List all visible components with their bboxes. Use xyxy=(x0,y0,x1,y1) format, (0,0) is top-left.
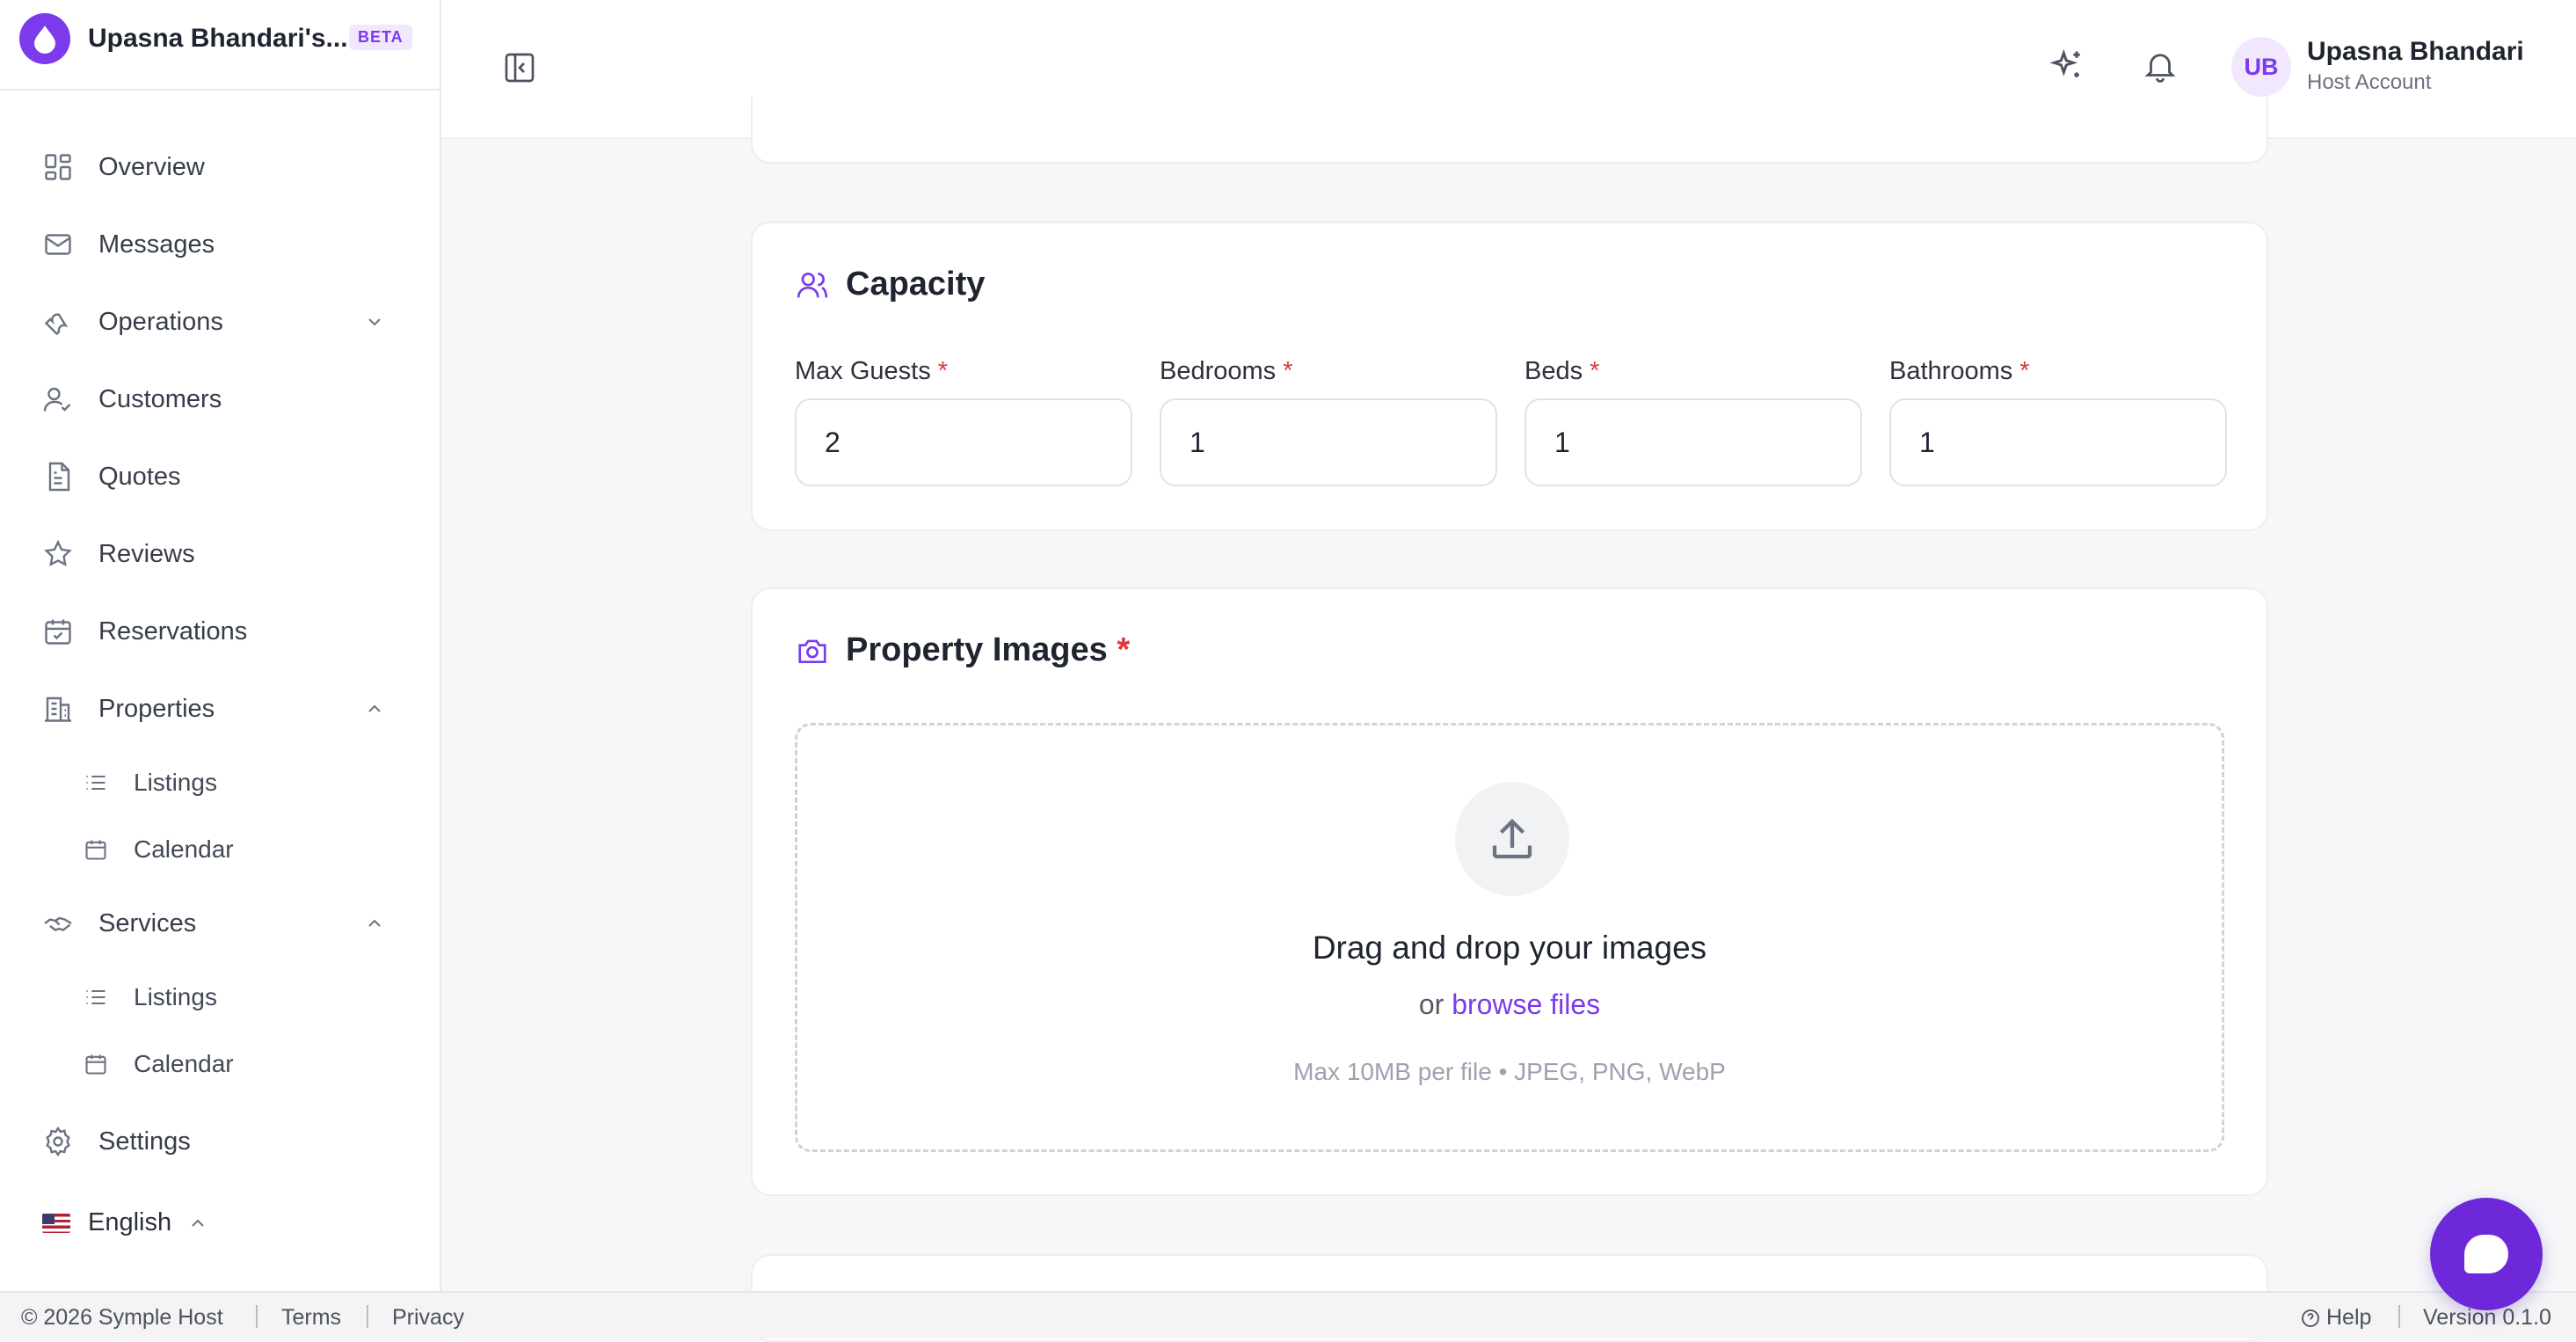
us-flag-icon xyxy=(42,1213,70,1233)
sidebar-item-label: Quotes xyxy=(98,462,181,491)
property-images-card: Property Images * Drag and drop your ima… xyxy=(751,587,2268,1196)
bedrooms-input[interactable] xyxy=(1160,398,1497,486)
bedrooms-label: Bedrooms * xyxy=(1160,357,1293,385)
footer-divider xyxy=(2398,1305,2400,1328)
mail-icon xyxy=(40,227,76,262)
sidebar: Upasna Bhandari's... BETA Overview Messa… xyxy=(0,0,441,1291)
capacity-title: Capacity xyxy=(846,266,986,303)
chat-bubble-icon xyxy=(2464,1235,2508,1273)
sidebar-item-reservations[interactable]: Reservations xyxy=(40,605,401,658)
star-icon xyxy=(40,536,76,572)
brand-header[interactable]: Upasna Bhandari's... BETA xyxy=(0,0,440,91)
dropzone-title: Drag and drop your images xyxy=(1312,930,1707,966)
brand-logo-icon xyxy=(19,13,70,64)
sidebar-subitem-label: Calendar xyxy=(134,1050,234,1077)
previous-section-card xyxy=(751,97,2268,164)
sidebar-item-operations[interactable]: Operations xyxy=(40,295,401,348)
list-icon xyxy=(83,769,109,796)
sidebar-item-label: Overview xyxy=(98,152,205,181)
sidebar-item-overview[interactable]: Overview xyxy=(40,141,401,193)
max-guests-input[interactable] xyxy=(795,398,1132,486)
footer-divider xyxy=(256,1305,258,1328)
building-icon xyxy=(40,691,76,726)
capacity-card: Capacity Max Guests * Bedrooms * Beds * … xyxy=(751,222,2268,531)
brand-name: Upasna Bhandari's... xyxy=(88,24,348,53)
bathrooms-label: Bathrooms * xyxy=(1889,357,2030,385)
chat-support-button[interactable] xyxy=(2430,1198,2543,1310)
wrench-icon xyxy=(40,304,76,339)
image-dropzone[interactable]: Drag and drop your images or browse file… xyxy=(795,723,2224,1152)
sidebar-item-label: Settings xyxy=(98,1127,191,1156)
beds-input[interactable] xyxy=(1524,398,1862,486)
bathrooms-input[interactable] xyxy=(1889,398,2227,486)
sidebar-item-quotes[interactable]: Quotes xyxy=(40,450,401,503)
footer: © 2026 Symple Host Terms Privacy Help Ve… xyxy=(0,1291,2576,1338)
sidebar-item-properties[interactable]: Properties xyxy=(40,682,401,735)
sidebar-subitem-property-listings[interactable]: Listings xyxy=(83,758,399,807)
notifications-button[interactable] xyxy=(2136,42,2184,90)
collapse-sidebar-button[interactable] xyxy=(498,46,542,90)
sidebar-item-label: Messages xyxy=(98,230,215,259)
beta-badge: BETA xyxy=(349,25,412,50)
document-icon xyxy=(40,459,76,494)
language-selector[interactable]: English xyxy=(42,1208,208,1237)
user-role: Host Account xyxy=(2307,70,2432,94)
user-name[interactable]: Upasna Bhandari xyxy=(2307,37,2524,67)
chevron-up-icon xyxy=(192,1219,204,1227)
user-check-icon xyxy=(40,382,76,417)
dropzone-browse-line: or browse files xyxy=(1418,988,1601,1020)
panel-left-icon xyxy=(505,53,535,83)
sidebar-subitem-service-listings[interactable]: Listings xyxy=(83,973,399,1022)
users-icon xyxy=(795,267,830,303)
property-images-heading: Property Images * xyxy=(795,631,1130,669)
browse-files-link[interactable]: browse files xyxy=(1452,988,1600,1020)
privacy-link[interactable]: Privacy xyxy=(392,1305,464,1331)
calendar-icon xyxy=(83,836,109,863)
sidebar-item-services[interactable]: Services xyxy=(40,897,401,950)
chevron-down-icon[interactable] xyxy=(364,311,385,332)
sidebar-item-customers[interactable]: Customers xyxy=(40,373,401,426)
language-label: English xyxy=(88,1208,172,1236)
dropzone-hint: Max 10MB per file • JPEG, PNG, WebP xyxy=(1293,1058,1726,1085)
sidebar-item-label: Reviews xyxy=(98,539,195,568)
calendar-check-icon xyxy=(40,614,76,649)
sparkles-icon xyxy=(2049,48,2080,77)
avatar[interactable]: UB xyxy=(2231,37,2291,97)
sidebar-item-label: Properties xyxy=(98,694,215,723)
sidebar-item-reviews[interactable]: Reviews xyxy=(40,528,401,580)
sidebar-item-settings[interactable]: Settings xyxy=(40,1115,401,1168)
gear-icon xyxy=(40,1124,76,1159)
sidebar-subitem-label: Listings xyxy=(134,769,217,796)
camera-icon xyxy=(795,633,830,668)
help-circle-icon xyxy=(2302,1309,2319,1327)
sidebar-item-messages[interactable]: Messages xyxy=(40,218,401,271)
sidebar-item-label: Operations xyxy=(98,307,223,336)
max-guests-label: Max Guests * xyxy=(795,357,949,385)
terms-link[interactable]: Terms xyxy=(281,1305,341,1331)
sidebar-subitem-property-calendar[interactable]: Calendar xyxy=(83,825,399,874)
sidebar-subitem-service-calendar[interactable]: Calendar xyxy=(83,1039,399,1089)
sidebar-item-label: Reservations xyxy=(98,616,248,645)
help-link[interactable]: Help xyxy=(2300,1305,2371,1331)
upload-icon xyxy=(1455,782,1569,896)
sidebar-item-label: Customers xyxy=(98,384,222,413)
overview-grid-icon xyxy=(40,150,76,185)
sidebar-subitem-label: Calendar xyxy=(134,835,234,863)
chevron-up-icon[interactable] xyxy=(364,698,385,719)
beds-label: Beds * xyxy=(1524,357,1600,385)
sidebar-subitem-label: Listings xyxy=(134,983,217,1010)
calendar-icon xyxy=(83,1051,109,1077)
copyright-text: © 2026 Symple Host xyxy=(21,1305,223,1330)
bell-icon xyxy=(2144,54,2176,83)
sidebar-item-label: Services xyxy=(98,908,197,937)
ai-sparkles-button[interactable] xyxy=(2043,42,2091,90)
property-images-title: Property Images * xyxy=(846,631,1131,668)
list-icon xyxy=(83,984,109,1010)
handshake-icon xyxy=(40,906,76,941)
chevron-up-icon[interactable] xyxy=(364,913,385,934)
capacity-heading: Capacity xyxy=(795,266,985,303)
footer-divider xyxy=(367,1305,368,1328)
